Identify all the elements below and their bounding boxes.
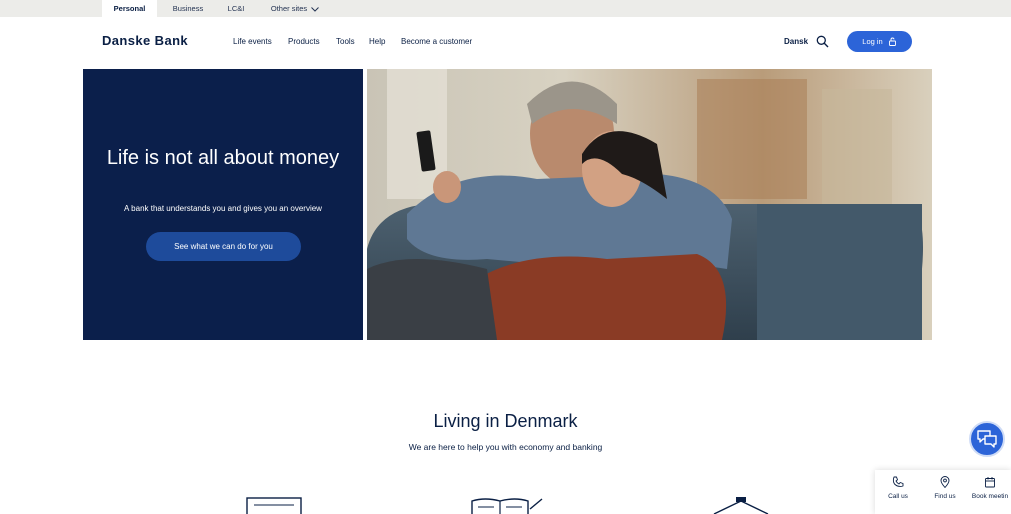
- nav-life-events[interactable]: Life events: [233, 37, 272, 46]
- language-switch[interactable]: Dansk: [784, 37, 808, 46]
- lock-icon: [888, 37, 896, 46]
- document-icon: [246, 497, 302, 514]
- find-us-label: Find us: [934, 493, 956, 500]
- chevron-down-icon: [311, 6, 319, 12]
- location-pin-icon: [940, 476, 950, 488]
- search-icon[interactable]: [816, 35, 829, 48]
- call-us-label: Call us: [888, 493, 908, 500]
- contact-bar: Call us Find us Book meetin: [875, 470, 1011, 514]
- nav-help[interactable]: Help: [369, 37, 385, 46]
- book-icon: [471, 498, 543, 514]
- chat-bubbles-icon: [977, 430, 997, 448]
- utility-tab-personal[interactable]: Personal: [102, 0, 157, 17]
- nav-products[interactable]: Products: [288, 37, 320, 46]
- other-sites-label: Other sites: [270, 4, 308, 13]
- book-meeting-label: Book meetin: [971, 493, 1009, 500]
- hero-panel: Life is not all about money A bank that …: [83, 69, 363, 340]
- utility-bar: Personal Business LC&I Other sites: [0, 0, 1011, 17]
- chat-button[interactable]: [969, 421, 1005, 457]
- calendar-icon: [985, 477, 995, 488]
- hero-cta-button[interactable]: See what we can do for you: [146, 232, 301, 261]
- hero-image: [367, 69, 932, 340]
- nav-become-a-customer[interactable]: Become a customer: [401, 37, 472, 46]
- danske-bank-logo[interactable]: Danske Bank: [102, 33, 188, 48]
- hero-title: Life is not all about money: [106, 147, 340, 169]
- login-label: Log in: [862, 37, 883, 46]
- section-subtitle: We are here to help you with economy and…: [408, 442, 603, 452]
- book-meeting-button[interactable]: Book meetin: [969, 476, 1011, 500]
- section-title: Living in Denmark: [433, 411, 578, 431]
- utility-tab-business[interactable]: Business: [163, 0, 213, 17]
- utility-tab-lci[interactable]: LC&I: [218, 0, 254, 17]
- find-us-button[interactable]: Find us: [923, 476, 967, 500]
- login-button[interactable]: Log in: [847, 31, 912, 52]
- main-header: Danske Bank Life events Products Tools H…: [0, 17, 1011, 67]
- couple-on-sofa-image: [367, 69, 932, 340]
- hero-subtitle: A bank that understands you and gives yo…: [124, 204, 322, 213]
- utility-tab-other-sites[interactable]: Other sites: [262, 0, 328, 17]
- phone-icon: [892, 476, 904, 487]
- call-us-button[interactable]: Call us: [876, 476, 920, 500]
- nav-tools[interactable]: Tools: [336, 37, 355, 46]
- house-icon: [713, 497, 769, 514]
